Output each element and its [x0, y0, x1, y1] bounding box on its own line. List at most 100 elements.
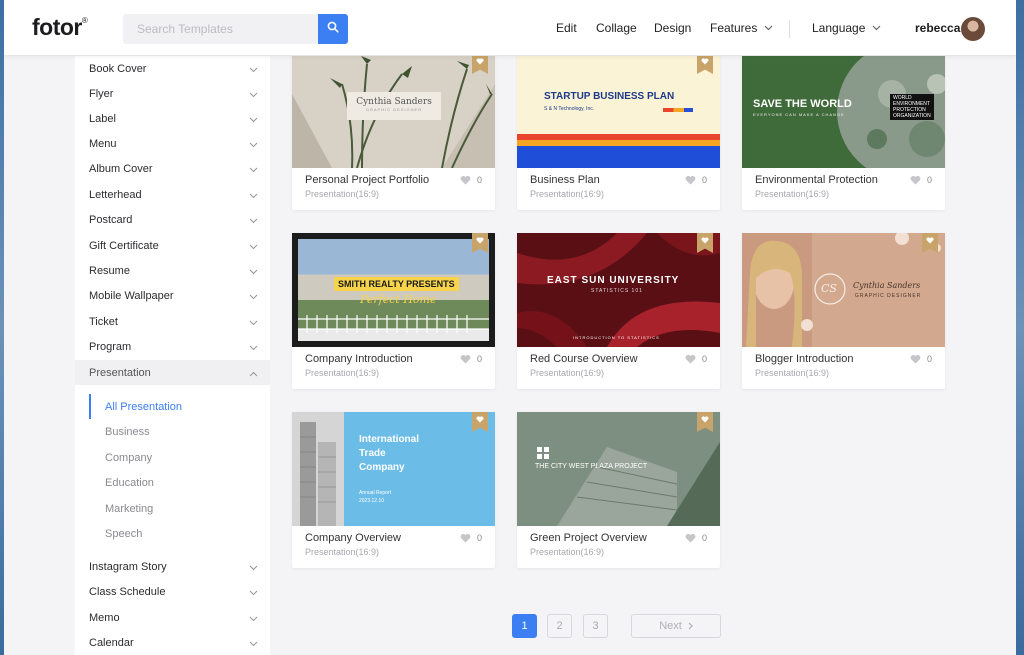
sub-item-education[interactable]: Education — [105, 470, 154, 495]
chevron-down-icon — [249, 613, 258, 625]
sidebar-item-album-cover[interactable]: Album Cover — [75, 156, 270, 181]
thumb-stripe — [517, 146, 720, 168]
like-count: 0 — [701, 533, 707, 543]
thumb-text: EVERYONE CAN MAKE A CHANGE — [753, 112, 845, 117]
fotor-logo[interactable]: fotor® — [32, 14, 88, 41]
template-card[interactable]: THE CITY WEST PLAZA PROJECT Green Projec… — [517, 412, 720, 568]
template-format: Presentation(16:9) — [305, 189, 380, 199]
page-button-3[interactable]: 3 — [583, 614, 608, 638]
sidebar-item-letterhead[interactable]: Letterhead — [75, 182, 270, 207]
like-button[interactable]: 0 — [460, 175, 482, 185]
thumb-text: Trade — [359, 448, 386, 459]
heart-icon — [701, 237, 709, 244]
thumb-text: INTRODUCTION TO STATISTICS — [573, 335, 660, 340]
sidebar-item-resume[interactable]: Resume — [75, 258, 270, 283]
search-input[interactable] — [123, 14, 319, 44]
sidebar-item-flyer[interactable]: Flyer — [75, 81, 270, 106]
nav-language[interactable]: Language — [812, 0, 881, 56]
sidebar-item-ticket[interactable]: Ticket — [75, 309, 270, 334]
sidebar-item-calendar[interactable]: Calendar — [75, 630, 270, 655]
sidebar-item-gift-certificate[interactable]: Gift Certificate — [75, 233, 270, 258]
template-card[interactable]: SMITH REALTY PRESENTS Perfect Home Compa… — [292, 233, 495, 389]
page-button-1[interactable]: 1 — [512, 614, 537, 638]
heart-icon — [476, 237, 484, 244]
heart-icon — [476, 58, 484, 65]
like-button[interactable]: 0 — [460, 533, 482, 543]
like-button[interactable]: 0 — [910, 354, 932, 364]
page-button-2[interactable]: 2 — [547, 614, 572, 638]
chevron-down-icon — [249, 64, 258, 76]
sidebar-item-instagram-story[interactable]: Instagram Story — [75, 554, 270, 579]
heart-icon — [910, 354, 921, 364]
nav-design[interactable]: Design — [654, 0, 691, 56]
thumb-text: SMITH REALTY PRESENTS — [334, 277, 459, 291]
nav-collage[interactable]: Collage — [596, 0, 637, 56]
like-button[interactable]: 0 — [685, 175, 707, 185]
like-button[interactable]: 0 — [460, 354, 482, 364]
thumb-text: STATISTICS 101 — [591, 288, 643, 294]
sidebar-item-book-cover[interactable]: Book Cover — [75, 56, 270, 81]
thumb-accent-bar — [663, 108, 693, 112]
sidebar-item-memo[interactable]: Memo — [75, 605, 270, 630]
sidebar-item-postcard[interactable]: Postcard — [75, 207, 270, 232]
heart-icon — [460, 533, 471, 543]
thumb-text: STARTUP BUSINESS PLAN — [544, 91, 675, 102]
sidebar-item-program[interactable]: Program — [75, 334, 270, 359]
chevron-down-icon — [249, 241, 258, 253]
chevron-down-icon — [249, 638, 258, 650]
template-card[interactable]: Cynthia Sanders GRAPHIC DESIGNER Persona… — [292, 54, 495, 210]
nav-features[interactable]: Features — [710, 0, 773, 56]
sub-item-speech[interactable]: Speech — [105, 521, 142, 546]
template-thumbnail: THE CITY WEST PLAZA PROJECT — [517, 412, 720, 526]
template-title: Personal Project Portfolio — [305, 174, 430, 186]
sidebar-item-menu[interactable]: Menu — [75, 131, 270, 156]
thumb-name-plate: Cynthia Sanders GRAPHIC DESIGNER — [347, 92, 441, 120]
chevron-down-icon — [764, 25, 773, 31]
sidebar-item-mobile-wallpaper[interactable]: Mobile Wallpaper — [75, 283, 270, 308]
template-format: Presentation(16:9) — [530, 189, 605, 199]
like-button[interactable]: 0 — [910, 175, 932, 185]
template-title: Blogger Introduction — [755, 353, 854, 365]
heart-icon — [685, 354, 696, 364]
heart-icon — [460, 175, 471, 185]
chevron-down-icon — [249, 114, 258, 126]
thumb-text: EAST SUN UNIVERSITY — [547, 275, 680, 286]
template-title: Environmental Protection — [755, 174, 878, 186]
username[interactable]: rebecca — [915, 0, 960, 56]
next-page-button[interactable]: Next — [631, 614, 721, 638]
chevron-down-icon — [249, 215, 258, 227]
template-title: Red Course Overview — [530, 353, 638, 365]
sub-item-business[interactable]: Business — [105, 419, 150, 444]
nav-edit[interactable]: Edit — [556, 0, 577, 56]
thumb-text: Perfect Home — [360, 293, 437, 306]
sidebar-item-class-schedule[interactable]: Class Schedule — [75, 579, 270, 604]
thumb-text: THE CITY WEST PLAZA PROJECT — [535, 463, 648, 470]
thumb-tag-box: WORLD ENVIRONMENT PROTECTION ORGANIZATIO… — [890, 94, 934, 120]
search-button[interactable] — [318, 14, 348, 44]
chevron-down-icon — [249, 342, 258, 354]
like-count: 0 — [926, 354, 932, 364]
chevron-down-icon — [249, 190, 258, 202]
heart-icon — [460, 354, 471, 364]
like-button[interactable]: 0 — [685, 354, 707, 364]
like-button[interactable]: 0 — [685, 533, 707, 543]
sub-item-company[interactable]: Company — [105, 445, 152, 470]
sub-item-marketing[interactable]: Marketing — [105, 496, 153, 521]
sidebar-item-presentation[interactable]: Presentation — [75, 360, 270, 385]
chevron-down-icon — [249, 266, 258, 278]
template-card[interactable]: STARTUP BUSINESS PLAN S & N Technology, … — [517, 54, 720, 210]
template-card[interactable]: International Trade Company Annual Repor… — [292, 412, 495, 568]
template-format: Presentation(16:9) — [530, 368, 605, 378]
like-count: 0 — [476, 533, 482, 543]
template-card[interactable]: CS Cynthia Sanders GRAPHIC DESIGNER Blog… — [742, 233, 945, 389]
sub-item-all-presentation[interactable]: All Presentation — [105, 394, 182, 419]
heart-icon — [701, 416, 709, 423]
template-card[interactable]: EAST SUN UNIVERSITY STATISTICS 101 INTRO… — [517, 233, 720, 389]
thumb-text: GRAPHIC DESIGNER — [855, 293, 922, 299]
avatar[interactable] — [961, 17, 985, 41]
thumb-text: International — [359, 434, 420, 445]
template-format: Presentation(16:9) — [305, 368, 380, 378]
sidebar-item-label[interactable]: Label — [75, 106, 270, 131]
template-card[interactable]: SAVE THE WORLD EVERYONE CAN MAKE A CHANG… — [742, 54, 945, 210]
heart-icon — [701, 58, 709, 65]
